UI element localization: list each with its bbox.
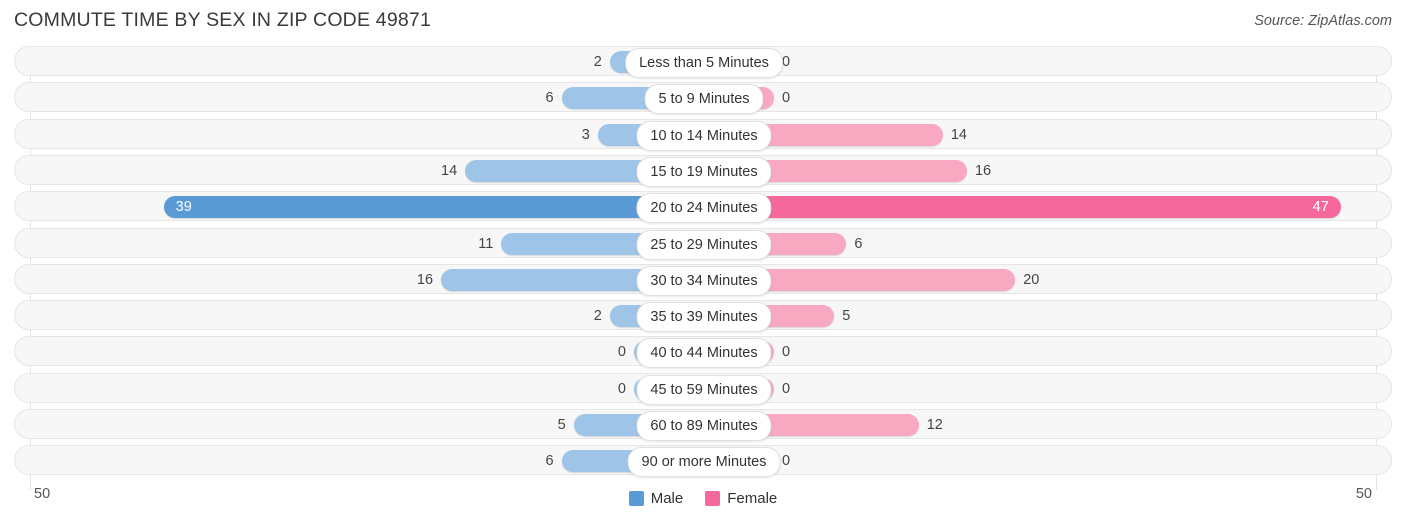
- bar-male[interactable]: [163, 196, 704, 219]
- table-row[interactable]: 6 0 5 to 9 Minutes: [14, 82, 1392, 115]
- table-row[interactable]: 3 14 10 to 14 Minutes: [14, 118, 1392, 151]
- value-label-male: 6: [545, 453, 554, 470]
- chart-legend: Male Female: [0, 485, 1406, 511]
- plot-area: 2 0 Less than 5 Minutes 6 0 5 to 9 Minutes 3 14…: [0, 46, 1406, 490]
- value-label-female: 6: [854, 235, 863, 252]
- table-row[interactable]: 6 0 90 or more Minutes: [14, 445, 1392, 478]
- value-label-male: 14: [441, 162, 458, 179]
- value-label-male: 6: [545, 90, 554, 107]
- category-label: 35 to 39 Minutes: [636, 302, 772, 333]
- value-label-female: 0: [782, 90, 791, 107]
- legend-label: Male: [650, 489, 684, 507]
- value-label-male: 2: [593, 54, 602, 70]
- value-label-male: 0: [617, 344, 626, 361]
- value-label-female: 0: [782, 344, 791, 361]
- category-label: 10 to 14 Minutes: [636, 120, 772, 151]
- category-label: 40 to 44 Minutes: [636, 338, 772, 369]
- table-row[interactable]: 0 0 40 to 44 Minutes: [14, 336, 1392, 369]
- source-attribution: Source: ZipAtlas.com: [1254, 13, 1392, 29]
- category-label: 25 to 29 Minutes: [636, 229, 772, 260]
- value-label-male: 5: [557, 417, 566, 433]
- category-label: 20 to 24 Minutes: [636, 193, 772, 224]
- chart-container: COMMUTE TIME BY SEX IN ZIP CODE 49871 So…: [0, 0, 1406, 523]
- legend-swatch-icon: [705, 490, 721, 506]
- category-label: 5 to 9 Minutes: [644, 84, 764, 115]
- value-label-female: 0: [782, 54, 791, 70]
- chart-header: COMMUTE TIME BY SEX IN ZIP CODE 49871 So…: [0, 0, 1406, 45]
- table-row[interactable]: 2 5 35 to 39 Minutes: [14, 300, 1392, 333]
- legend-label: Female: [727, 489, 778, 507]
- value-label-male: 39: [175, 199, 192, 216]
- category-label: 60 to 89 Minutes: [636, 411, 772, 441]
- category-label: Less than 5 Minutes: [625, 48, 783, 78]
- table-row[interactable]: 16 20 30 to 34 Minutes: [14, 263, 1392, 296]
- value-label-female: 16: [974, 162, 992, 179]
- value-label-female: 14: [950, 126, 967, 143]
- legend-item[interactable]: Female: [705, 490, 777, 507]
- page-title: COMMUTE TIME BY SEX IN ZIP CODE 49871: [14, 9, 432, 31]
- legend-swatch-icon: [628, 490, 644, 506]
- value-label-male: 3: [581, 126, 590, 143]
- category-label: 15 to 19 Minutes: [636, 156, 772, 187]
- value-label-female: 47: [1312, 199, 1329, 216]
- legend-item[interactable]: Male: [628, 489, 684, 507]
- category-label: 90 or more Minutes: [627, 447, 781, 478]
- table-row[interactable]: 39 47 20 to 24 Minutes: [14, 191, 1392, 224]
- table-row[interactable]: 0 0 45 to 59 Minutes: [14, 372, 1392, 405]
- table-row[interactable]: 11 6 25 to 29 Minutes: [14, 227, 1392, 260]
- table-row[interactable]: 2 0 Less than 5 Minutes: [14, 46, 1392, 78]
- value-label-female: 0: [782, 380, 791, 397]
- value-label-female: 20: [1023, 271, 1040, 288]
- category-label: 45 to 59 Minutes: [636, 374, 772, 405]
- value-label-male: 0: [617, 380, 626, 397]
- value-label-male: 11: [478, 235, 494, 252]
- bar-female[interactable]: [704, 196, 1341, 219]
- table-row[interactable]: 14 16 15 to 19 Minutes: [14, 154, 1392, 187]
- value-label-male: 16: [416, 271, 434, 288]
- category-label: 30 to 34 Minutes: [636, 265, 772, 296]
- value-label-female: 0: [782, 453, 791, 470]
- value-label-female: 5: [842, 308, 851, 325]
- value-label-male: 2: [593, 308, 602, 325]
- table-row[interactable]: 5 12 60 to 89 Minutes: [14, 409, 1392, 441]
- value-label-female: 12: [926, 417, 943, 433]
